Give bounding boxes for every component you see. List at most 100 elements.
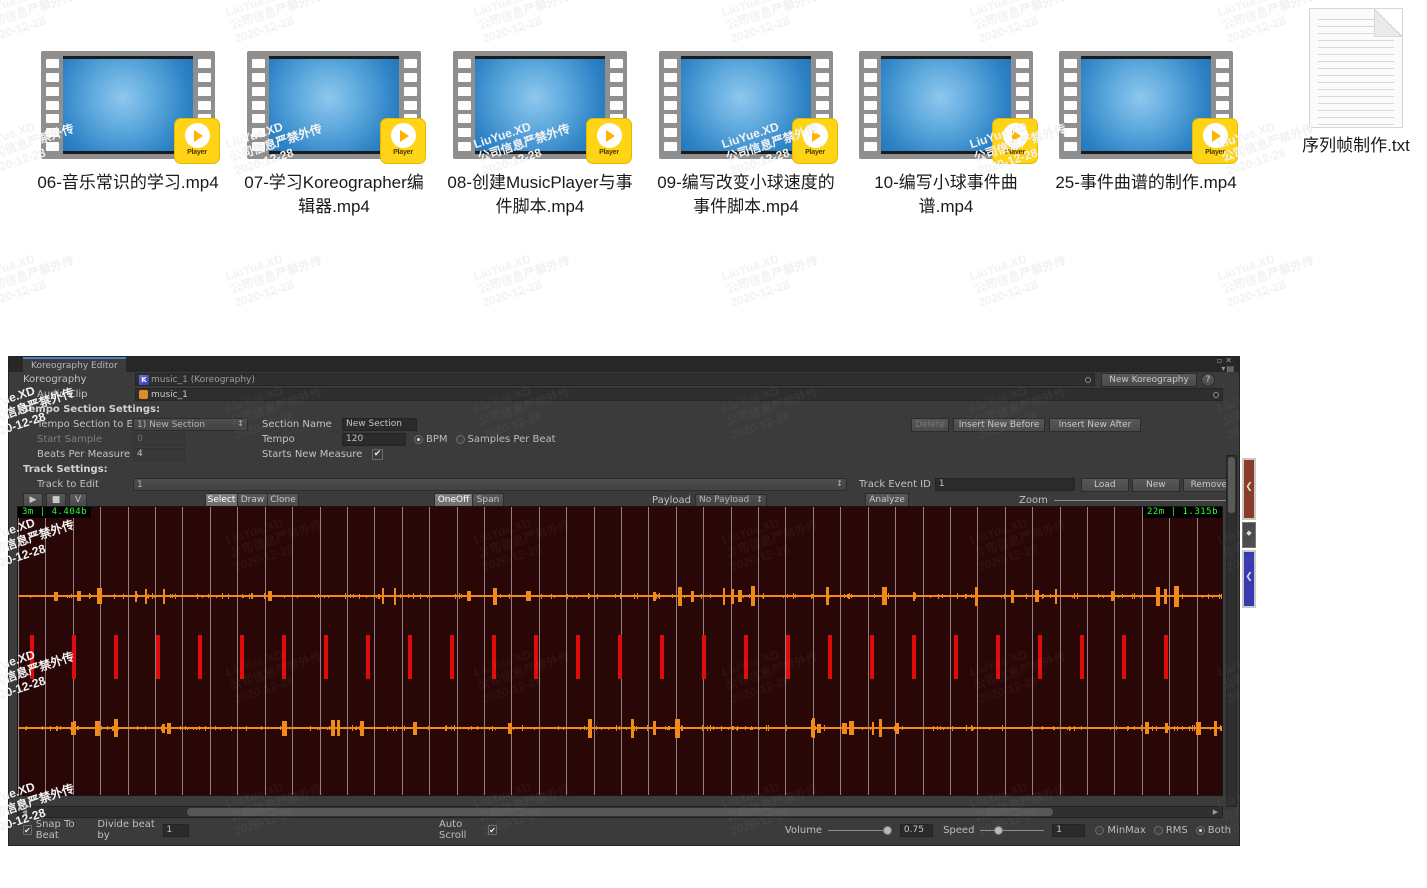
file-item[interactable]: Player 10-编写小球事件曲谱.mp4 [848,45,1044,219]
edit-mode-select-button[interactable]: Select [205,493,237,507]
koreography-event-marker[interactable] [198,635,202,679]
tab-koreography-editor[interactable]: Koreography Editor [23,357,126,372]
file-item[interactable]: Player 06-音乐常识的学习.mp4 [30,45,226,195]
scroll-left-arrow-icon[interactable]: ◀ [19,808,30,816]
koreography-event-marker[interactable] [870,635,874,679]
koreography-event-marker[interactable] [954,635,958,679]
speed-input[interactable]: 1 [1052,823,1086,837]
start-sample-input[interactable]: 0 [133,433,185,446]
koreography-event-marker[interactable] [408,635,412,679]
starts-new-measure-checkbox[interactable]: ✔ [372,449,383,460]
new-koreography-button[interactable]: New Koreography [1101,372,1197,387]
window-menu-icon[interactable]: ▾▤ [1221,364,1235,373]
waveform-peak [522,725,523,731]
stop-button[interactable]: ■ [46,493,66,507]
span-mode-oneoff-button[interactable]: OneOff [434,493,472,507]
volume-slider[interactable] [828,825,893,836]
object-picker-icon[interactable] [1085,377,1091,383]
koreography-event-marker[interactable] [786,635,790,679]
koreography-event-marker[interactable] [744,635,748,679]
koreography-event-marker[interactable] [912,635,916,679]
koreography-event-marker[interactable] [30,635,34,679]
koreography-event-marker[interactable] [324,635,328,679]
waveform-peak [1221,593,1222,599]
minmax-radio[interactable]: MinMax [1095,825,1146,836]
horizontal-scrollbar-thumb[interactable] [186,808,1054,816]
payload-dropdown[interactable]: No Payload [695,493,767,507]
edge-panel-blue[interactable]: ❮ [1242,550,1256,608]
auto-scroll-checkbox[interactable]: ✔ [488,825,497,835]
koreography-event-marker[interactable] [618,635,622,679]
both-radio[interactable]: Both [1195,824,1232,836]
tempo-section-to-edit-dropdown[interactable]: 1) New Section [133,418,248,431]
player-badge-label: Player [805,149,825,156]
volume-input[interactable]: 0.75 [899,823,934,837]
volume-slider-knob[interactable] [883,825,893,835]
load-track-button[interactable]: Load [1080,477,1129,492]
koreography-event-marker[interactable] [114,635,118,679]
divide-beat-by-input[interactable]: 1 [162,823,189,837]
loop-button[interactable]: V [69,493,87,507]
edge-panel-orange-1[interactable]: ❮ [1242,458,1256,520]
beats-per-measure-input[interactable]: 4 [133,448,185,461]
window-controls[interactable]: ▫✕ ▾▤ [1217,357,1235,373]
koreography-event-marker[interactable] [996,635,1000,679]
audio-clip-object-field[interactable]: music_1 [135,388,1223,401]
insert-new-before-button[interactable]: Insert New Before [953,417,1045,432]
edit-mode-clone-button[interactable]: Clone [267,493,299,507]
koreography-event-marker[interactable] [534,635,538,679]
section-name-input[interactable]: New Section [342,418,417,431]
audio-object-picker-icon[interactable] [1213,392,1219,398]
snap-to-beat-checkbox[interactable]: ✔ [23,825,32,835]
file-item[interactable]: Player 25-事件曲谱的制作.mp4 [1048,45,1244,195]
analyze-button[interactable]: Analyze [865,493,909,507]
file-item[interactable]: Player 08-创建MusicPlayer与事件脚本.mp4 [442,45,638,219]
speed-slider-knob[interactable] [994,825,1004,835]
waveform-display[interactable]: 3m | 4.404b 22m | 1.315b [17,506,1223,796]
insert-new-after-button[interactable]: Insert New After [1049,417,1141,432]
koreography-object-field[interactable]: K music_1 (Koreography) [135,373,1095,386]
edit-mode-draw-button[interactable]: Draw [237,493,267,507]
koreography-event-marker[interactable] [1164,635,1168,679]
speed-slider[interactable] [980,825,1045,836]
koreography-event-marker[interactable] [1038,635,1042,679]
horizontal-scrollbar[interactable]: ◀ ▶ [17,806,1223,818]
koreography-event-marker[interactable] [282,635,286,679]
koreography-event-marker[interactable] [492,635,496,679]
edge-panel-gray[interactable]: ◆ [1242,522,1256,548]
file-item[interactable]: Player 09-编写改变小球速度的事件脚本.mp4 [648,45,844,219]
waveform-peak [228,593,229,599]
koreography-event-marker[interactable] [1122,635,1126,679]
tempo-input[interactable]: 120 [342,433,406,446]
waveform-peak [1141,725,1142,731]
play-button[interactable]: ▶ [23,493,43,507]
zoom-slider[interactable] [1053,495,1236,506]
vertical-scrollbar-thumb[interactable] [1228,457,1235,513]
window-titlebar: Koreography Editor ▫✕ ▾▤ [9,357,1239,373]
koreography-event-marker[interactable] [156,635,160,679]
track-to-edit-dropdown[interactable]: 1 [133,478,847,491]
file-item[interactable]: Player 07-学习Koreographer编辑器.mp4 [236,45,432,219]
koreography-event-marker[interactable] [72,635,76,679]
vertical-scrollbar[interactable] [1226,455,1237,807]
span-mode-span-button[interactable]: Span [472,493,504,507]
delete-section-button[interactable]: Delete [911,417,949,432]
scroll-right-arrow-icon[interactable]: ▶ [1210,808,1221,816]
koreography-event-marker[interactable] [450,635,454,679]
koreography-event-marker[interactable] [240,635,244,679]
koreography-event-marker[interactable] [576,635,580,679]
koreography-event-marker[interactable] [660,635,664,679]
file-item[interactable]: 序列帧制作.txt [1258,8,1427,158]
waveform-peak [851,594,852,598]
both-radio-label: Both [1207,824,1232,836]
samples-per-beat-radio[interactable]: Samples Per Beat [455,434,556,445]
koreography-event-marker[interactable] [1080,635,1084,679]
koreography-event-marker[interactable] [366,635,370,679]
help-button[interactable]: ? [1201,372,1215,387]
track-event-id-input[interactable]: 1 [934,478,1075,491]
bpm-radio[interactable]: BPM [414,434,448,445]
koreography-event-marker[interactable] [702,635,706,679]
rms-radio[interactable]: RMS [1153,825,1188,836]
koreography-event-marker[interactable] [828,635,832,679]
new-track-button[interactable]: New [1131,477,1180,492]
